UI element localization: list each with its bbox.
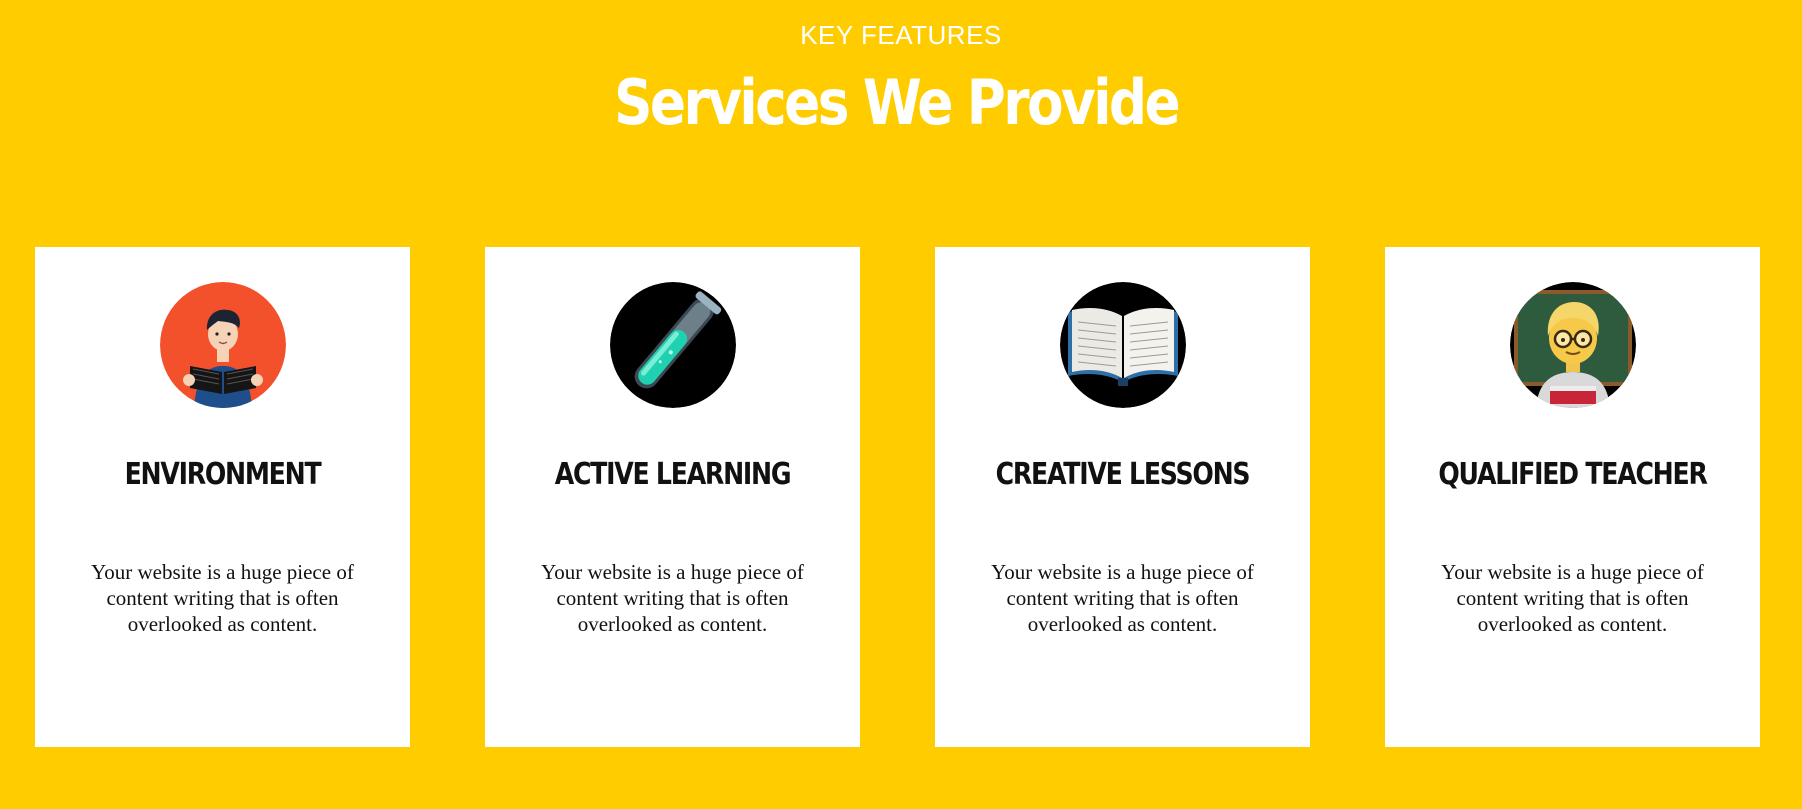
card-title: ACTIVE LEARNING bbox=[554, 457, 792, 492]
card-title: QUALIFIED TEACHER bbox=[1438, 457, 1707, 492]
card-description: Your website is a huge piece of content … bbox=[91, 560, 354, 636]
card-title: ENVIRONMENT bbox=[124, 457, 322, 492]
section-title: Services We Provide bbox=[614, 66, 1181, 139]
feature-card-qualified-teacher: QUALIFIED TEACHER Your website is a huge… bbox=[1385, 247, 1760, 747]
feature-card-active-learning: ACTIVE LEARNING Your website is a huge p… bbox=[485, 247, 860, 747]
card-description: Your website is a huge piece of content … bbox=[991, 560, 1254, 636]
feature-cards: ENVIRONMENT Your website is a huge piece… bbox=[0, 247, 1802, 747]
feature-card-creative-lessons: CREATIVE LESSONS Your website is a huge … bbox=[935, 247, 1310, 747]
card-description: Your website is a huge piece of content … bbox=[541, 560, 804, 636]
feature-card-environment: ENVIRONMENT Your website is a huge piece… bbox=[35, 247, 410, 747]
card-description: Your website is a huge piece of content … bbox=[1441, 560, 1704, 636]
teacher-icon bbox=[1509, 282, 1636, 408]
open-book-icon bbox=[1059, 282, 1186, 408]
section-kicker: KEY FEATURES bbox=[800, 20, 1002, 50]
reading-student-icon bbox=[159, 282, 286, 408]
card-title: CREATIVE LESSONS bbox=[995, 457, 1251, 492]
section-header: KEY FEATURES Services We Provide bbox=[0, 0, 1802, 160]
test-tube-icon bbox=[609, 282, 736, 408]
